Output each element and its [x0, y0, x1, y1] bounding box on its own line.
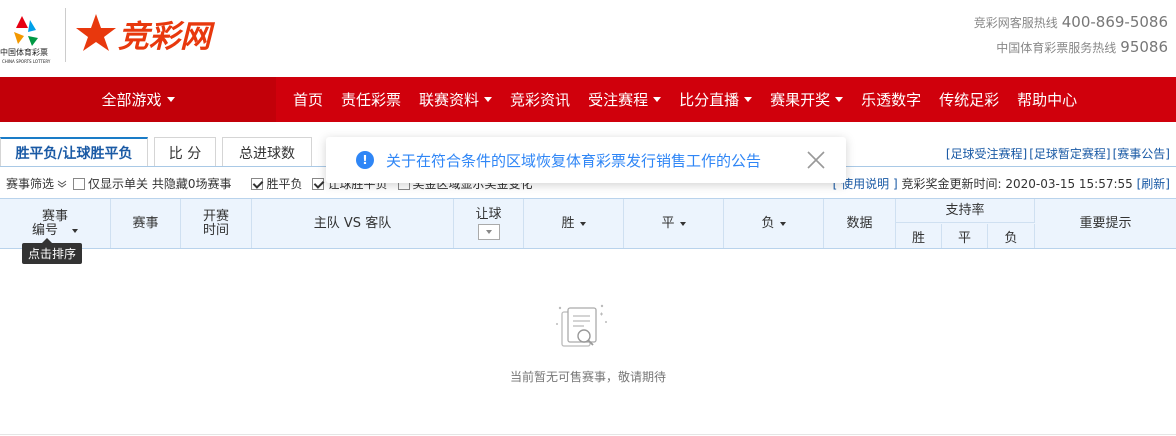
nav-item-responsible[interactable]: 责任彩票 — [332, 77, 410, 122]
hotline-1-number: 400-869-5086 — [1061, 13, 1168, 31]
update-time: 2020-03-15 15:57:55 — [1005, 177, 1133, 191]
single-only-label: 仅显示单关 共隐藏0场赛事 — [88, 177, 232, 191]
empty-message: 当前暂无可售赛事，敬请期待 — [509, 370, 666, 384]
rqspf-checkbox[interactable] — [312, 177, 325, 190]
nav-item-lotto[interactable]: 乐透数字 — [852, 77, 930, 122]
logo-en-text: CHINA SPORTS LOTTERY — [2, 59, 51, 64]
nav-item-schedule[interactable]: 受注赛程 — [579, 77, 670, 122]
chevron-down-icon — [653, 97, 662, 102]
sort-icon — [72, 228, 78, 233]
chevron-down-icon — [835, 97, 844, 102]
col-data: 数据 — [824, 199, 896, 248]
sort-icon — [679, 221, 686, 226]
refresh-link[interactable]: [刷新] — [1137, 177, 1170, 191]
col-win[interactable]: 胜 — [524, 199, 624, 248]
spf-checkbox[interactable] — [251, 177, 264, 190]
nav-item-league-info[interactable]: 联赛资料 — [410, 77, 501, 122]
match-filter-dropdown[interactable]: 赛事筛选 — [6, 175, 67, 192]
nav-item-results[interactable]: 赛果开奖 — [761, 77, 852, 122]
play-type-tabs: 胜平负/让球胜平负 比 分 总进球数 — [0, 137, 318, 167]
double-chevron-icon — [57, 180, 67, 188]
sort-icon — [579, 221, 586, 226]
nav-item-home[interactable]: 首页 — [276, 77, 332, 122]
page: 中国体育彩票 CHINA SPORTS LOTTERY 竞彩网 竞彩网客服热线 4… — [0, 0, 1176, 436]
divider — [0, 434, 1176, 435]
col-match-number[interactable]: 赛事 编号 — [0, 199, 111, 248]
col-kickoff-time: 开赛 时间 — [181, 199, 252, 248]
col-lose[interactable]: 负 — [724, 199, 824, 248]
chevron-down-icon — [744, 97, 753, 102]
close-icon[interactable] — [806, 150, 826, 170]
col-handicap: 让球 — [454, 199, 524, 248]
sort-icon — [779, 221, 786, 226]
nav-item-traditional[interactable]: 传统足彩 — [930, 77, 1008, 122]
col-support-draw: 平 — [942, 224, 988, 248]
nav-item-live-score[interactable]: 比分直播 — [670, 77, 761, 122]
empty-document-icon — [552, 300, 616, 358]
logo-name: 竞彩网 — [118, 19, 216, 55]
chevron-down-icon — [485, 229, 492, 234]
hotline-1: 竞彩网客服热线 400-869-5086 — [973, 13, 1168, 31]
col-draw[interactable]: 平 — [624, 199, 724, 248]
update-label: 竞彩奖金更新时间: — [901, 177, 1002, 191]
col-support-lose: 负 — [988, 224, 1035, 248]
sort-tooltip: 点击排序 — [22, 238, 83, 264]
notice-text[interactable]: 关于在符合条件的区域恢复体育彩票发行销售工作的公告 — [386, 150, 761, 171]
handicap-select[interactable] — [477, 223, 500, 240]
col-support-rate: 支持率 — [896, 199, 1035, 223]
logo-divider — [65, 8, 66, 62]
col-competition: 赛事 — [111, 199, 181, 248]
schedule-links: [足球受注赛程] [足球暂定赛程] [赛事公告] — [944, 145, 1170, 162]
link-announcement[interactable]: [赛事公告] — [1113, 147, 1170, 161]
hotline-2: 中国体育彩票服务热线 95086 — [996, 38, 1168, 56]
tab-spf[interactable]: 胜平负/让球胜平负 — [0, 137, 148, 167]
single-only-checkbox[interactable] — [73, 177, 86, 190]
nav-items: 首页 责任彩票 联赛资料 竞彩资讯 受注赛程 比分直播 赛果开奖 乐透数字 传统… — [276, 77, 1086, 122]
chevron-down-icon — [166, 97, 175, 102]
tab-total-goals[interactable]: 总进球数 — [222, 137, 312, 167]
col-support-win: 胜 — [896, 224, 942, 248]
header: 中国体育彩票 CHINA SPORTS LOTTERY 竞彩网 竞彩网客服热线 4… — [0, 0, 1176, 77]
nav-item-news[interactable]: 竞彩资讯 — [501, 77, 579, 122]
hotline-2-number: 95086 — [1120, 38, 1168, 56]
logo-cn-text: 中国体育彩票 — [0, 47, 48, 57]
link-football-schedule[interactable]: [足球受注赛程] — [946, 147, 1027, 161]
tab-score[interactable]: 比 分 — [154, 137, 216, 167]
all-games-menu[interactable]: 全部游戏 — [0, 77, 276, 122]
col-teams: 主队 VS 客队 — [252, 199, 454, 248]
nav-item-help[interactable]: 帮助中心 — [1008, 77, 1086, 122]
hotlines: 竞彩网客服热线 400-869-5086 中国体育彩票服务热线 95086 — [974, 10, 1168, 60]
main-nav: 全部游戏 首页 责任彩票 联赛资料 竞彩资讯 受注赛程 比分直播 赛果开奖 乐透… — [0, 77, 1176, 122]
notice-popup[interactable]: ! 关于在符合条件的区域恢复体育彩票发行销售工作的公告 — [326, 137, 846, 183]
table-header: 赛事 编号 赛事 开赛 时间 主队 VS 客队 让球 胜 平 负 数据 支持率 胜… — [0, 198, 1176, 249]
chevron-down-icon — [484, 97, 493, 102]
spf-label: 胜平负 — [266, 177, 303, 191]
link-tentative-schedule[interactable]: [足球暂定赛程] — [1029, 147, 1110, 161]
col-important-tips: 重要提示 — [1079, 215, 1132, 231]
info-icon: ! — [356, 151, 374, 169]
jingcai-logo[interactable]: 竞彩网 — [74, 10, 264, 60]
update-info: [ 使用说明 ] 竞彩奖金更新时间: 2020-03-15 15:57:55 [… — [833, 175, 1170, 192]
china-sports-lottery-logo[interactable]: 中国体育彩票 CHINA SPORTS LOTTERY — [0, 6, 64, 66]
empty-state: 当前暂无可售赛事，敬请期待 — [0, 250, 1176, 436]
